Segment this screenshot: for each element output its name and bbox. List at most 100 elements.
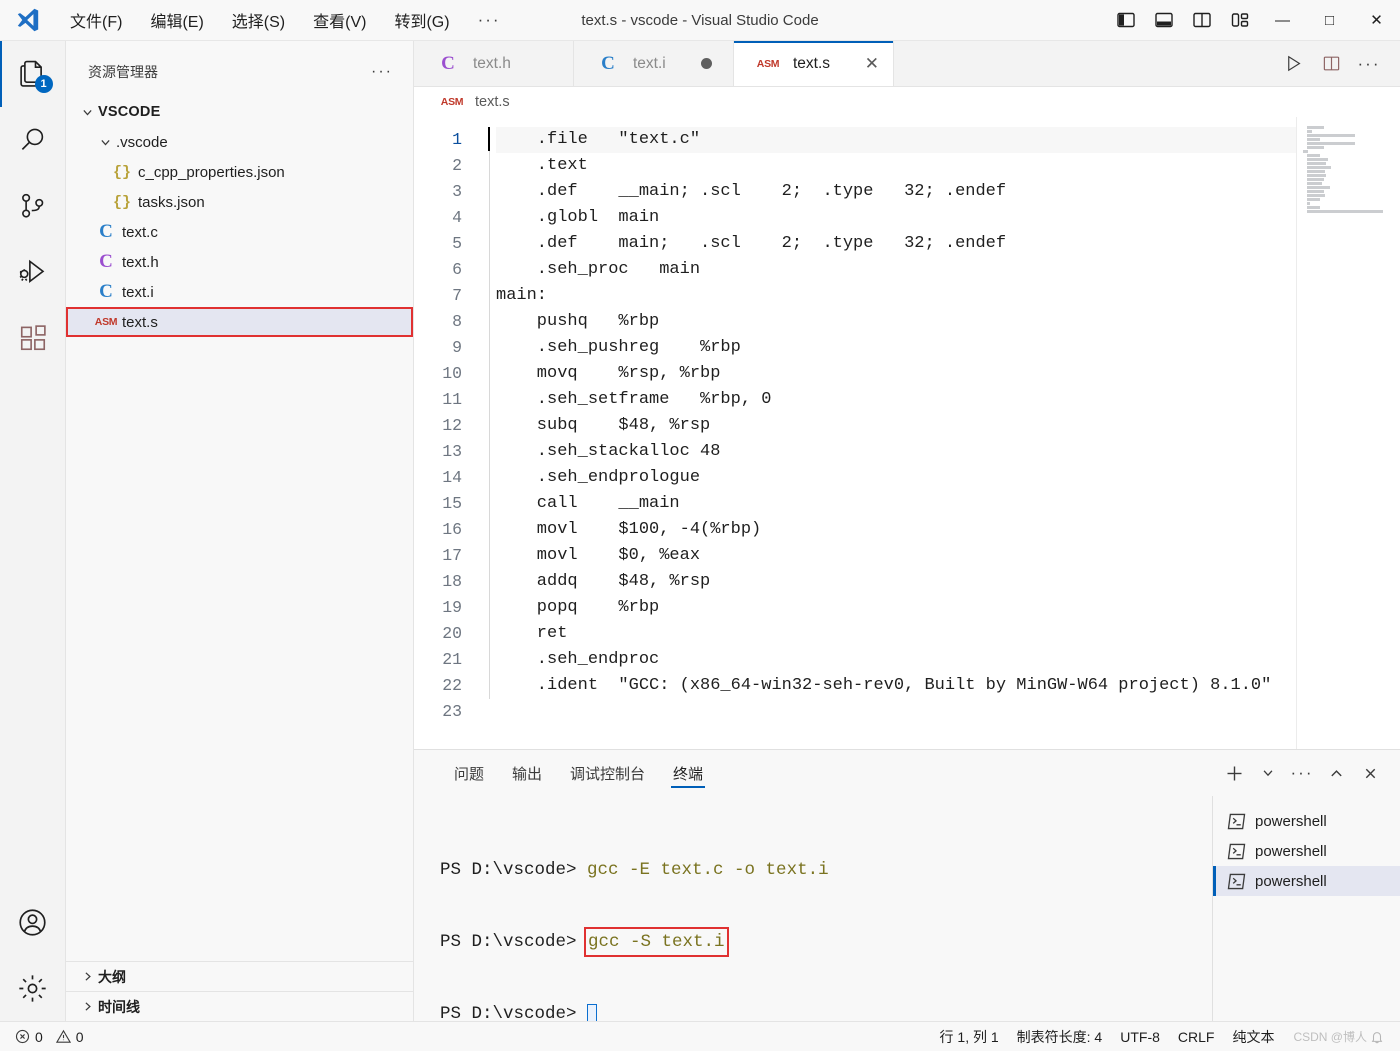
menu-view[interactable]: 查看(V) xyxy=(299,3,380,37)
panel-tab-bar: 问题 输出 调试控制台 终端 ··· xyxy=(414,750,1400,796)
menu-go[interactable]: 转到(G) xyxy=(380,3,463,37)
activity-item-search[interactable] xyxy=(0,107,66,173)
minimap-line xyxy=(1307,138,1320,141)
code-text[interactable]: .file "text.c" .text .def __main; .scl 2… xyxy=(476,127,1296,725)
terminal-instance-3[interactable]: powershell xyxy=(1213,866,1400,896)
terminal-line-active[interactable]: PS D:\vscode> xyxy=(440,1002,1212,1021)
tree-item-dot-vscode[interactable]: .vscode xyxy=(66,127,413,157)
close-panel-icon[interactable] xyxy=(1354,757,1386,789)
panel-tab-debug-console[interactable]: 调试控制台 xyxy=(556,750,659,796)
chevron-down-icon xyxy=(94,136,116,149)
menu-edit[interactable]: 编辑(E) xyxy=(136,3,217,37)
toggle-secondary-sidebar-icon[interactable] xyxy=(1183,0,1221,41)
minimap-line xyxy=(1307,134,1356,137)
status-problems[interactable]: 0 0 xyxy=(6,1022,93,1051)
minimap-line xyxy=(1307,170,1325,173)
run-code-icon[interactable] xyxy=(1276,47,1310,81)
status-bar-right: 行 1, 列 1 制表符长度: 4 UTF-8 CRLF 纯文本 CSDN @博… xyxy=(931,1022,1394,1051)
vscode-logo-icon xyxy=(0,7,56,33)
terminal-icon xyxy=(1227,873,1246,890)
split-editor-icon[interactable] xyxy=(1314,47,1348,81)
line-number: 18 xyxy=(442,572,462,591)
sidebar-section-outline[interactable]: 大纲 xyxy=(66,961,413,991)
terminal-instance-label: powershell xyxy=(1255,812,1327,830)
code-line: addq $48, %rsp xyxy=(496,572,711,591)
terminal-output[interactable]: PS D:\vscode> gcc -E text.c -o text.i PS… xyxy=(414,796,1212,1021)
menu-selection[interactable]: 选择(S) xyxy=(218,3,299,37)
minimap-line xyxy=(1307,174,1326,177)
status-encoding[interactable]: UTF-8 xyxy=(1111,1022,1169,1051)
activity-item-extensions[interactable] xyxy=(0,305,66,371)
vscode-window: 文件(F) 编辑(E) 选择(S) 查看(V) 转到(G) ··· text.s… xyxy=(0,0,1400,1051)
tree-item-text-c[interactable]: C text.c xyxy=(66,217,413,247)
minimap-line xyxy=(1307,158,1328,161)
breadcrumb[interactable]: ASM text.s xyxy=(414,87,1400,117)
toggle-panel-icon[interactable] xyxy=(1145,0,1183,41)
warning-icon xyxy=(55,1029,71,1044)
minimap[interactable] xyxy=(1296,117,1400,749)
watermark: CSDN @博人 xyxy=(1283,1028,1394,1045)
activity-item-explorer[interactable]: 1 xyxy=(0,41,66,107)
status-cursor-position[interactable]: 行 1, 列 1 xyxy=(931,1022,1008,1051)
terminal-dropdown-chevron-down-icon[interactable] xyxy=(1252,757,1284,789)
menu-file[interactable]: 文件(F) xyxy=(56,3,136,37)
minimap-line xyxy=(1307,182,1322,185)
code-line: popq %rbp xyxy=(496,598,660,617)
status-language-mode[interactable]: 纯文本 xyxy=(1223,1022,1283,1051)
tree-item-tasks-json[interactable]: {} tasks.json xyxy=(66,187,413,217)
activity-item-manage-settings[interactable] xyxy=(0,955,66,1021)
tab-close-icon[interactable]: ✕ xyxy=(847,54,879,74)
tab-text-s[interactable]: ASM text.s ✕ xyxy=(734,41,894,86)
new-terminal-icon[interactable] xyxy=(1218,757,1250,789)
line-number: 8 xyxy=(452,312,462,331)
status-indentation[interactable]: 制表符长度: 4 xyxy=(1008,1022,1112,1051)
menu-overflow-button[interactable]: ··· xyxy=(464,7,515,33)
activity-item-run-and-debug[interactable] xyxy=(0,239,66,305)
tab-text-i[interactable]: C text.i xyxy=(574,41,734,86)
code-line: movl $0, %eax xyxy=(496,546,701,565)
activity-item-accounts[interactable] xyxy=(0,889,66,955)
editor-more-actions-icon[interactable]: ··· xyxy=(1352,47,1386,81)
maximize-panel-chevron-up-icon[interactable] xyxy=(1320,757,1352,789)
bottom-panel: 问题 输出 调试控制台 终端 ··· PS D:\vscode> gcc -E … xyxy=(414,749,1400,1021)
sidebar-more-actions-button[interactable]: ··· xyxy=(363,63,401,81)
tree-item-vscode-root[interactable]: VSCODE xyxy=(66,97,413,127)
title-bar-actions: — □ ✕ xyxy=(1107,0,1400,40)
customize-layout-icon[interactable] xyxy=(1221,0,1259,41)
terminal-instance-1[interactable]: powershell xyxy=(1213,806,1400,836)
terminal-instance-list: powershell powershell powershell xyxy=(1212,796,1400,1021)
file-tree: VSCODE .vscode {} c_cpp_properties.json … xyxy=(66,91,413,961)
tree-item-text-i[interactable]: C text.i xyxy=(66,277,413,307)
panel-more-actions-icon[interactable]: ··· xyxy=(1286,757,1318,789)
activity-item-source-control[interactable] xyxy=(0,173,66,239)
tab-text-h[interactable]: C text.h xyxy=(414,41,574,86)
panel-tab-problems[interactable]: 问题 xyxy=(440,750,498,796)
tree-item-text-h[interactable]: C text.h xyxy=(66,247,413,277)
status-eol[interactable]: CRLF xyxy=(1169,1022,1224,1051)
minimap-line xyxy=(1307,178,1324,181)
code-line: .text xyxy=(496,156,588,175)
window-maximize-button[interactable]: □ xyxy=(1306,0,1353,41)
chevron-down-icon xyxy=(76,106,98,119)
line-number: 1 xyxy=(452,130,462,149)
json-file-icon: {} xyxy=(112,193,131,211)
sidebar-section-timeline[interactable]: 时间线 xyxy=(66,991,413,1021)
line-number: 19 xyxy=(442,598,462,617)
tree-item-label: text.c xyxy=(122,223,158,241)
panel-tab-output[interactable]: 输出 xyxy=(498,750,556,796)
window-minimize-button[interactable]: — xyxy=(1259,0,1306,41)
toggle-primary-sidebar-icon[interactable] xyxy=(1107,0,1145,41)
window-close-button[interactable]: ✕ xyxy=(1353,0,1400,41)
code-content-wrapper[interactable]: .file "text.c" .text .def __main; .scl 2… xyxy=(476,117,1296,749)
activity-bar: 1 xyxy=(0,41,66,1021)
code-editor[interactable]: 1 2 3 4 5 6 7 8 9 10 11 12 13 14 15 16 17 18 19 20 21 22 23 .f… xyxy=(414,117,1400,749)
warning-count: 0 xyxy=(75,1028,84,1045)
sidebar-title: 资源管理器 xyxy=(88,64,158,80)
tree-item-text-s[interactable]: ASM text.s xyxy=(66,307,413,337)
asm-file-icon: ASM xyxy=(756,57,780,70)
panel-tab-terminal[interactable]: 终端 xyxy=(659,750,717,796)
tab-dirty-indicator[interactable] xyxy=(700,58,712,69)
tree-item-c-cpp-properties-json[interactable]: {} c_cpp_properties.json xyxy=(66,157,413,187)
terminal-instance-2[interactable]: powershell xyxy=(1213,836,1400,866)
